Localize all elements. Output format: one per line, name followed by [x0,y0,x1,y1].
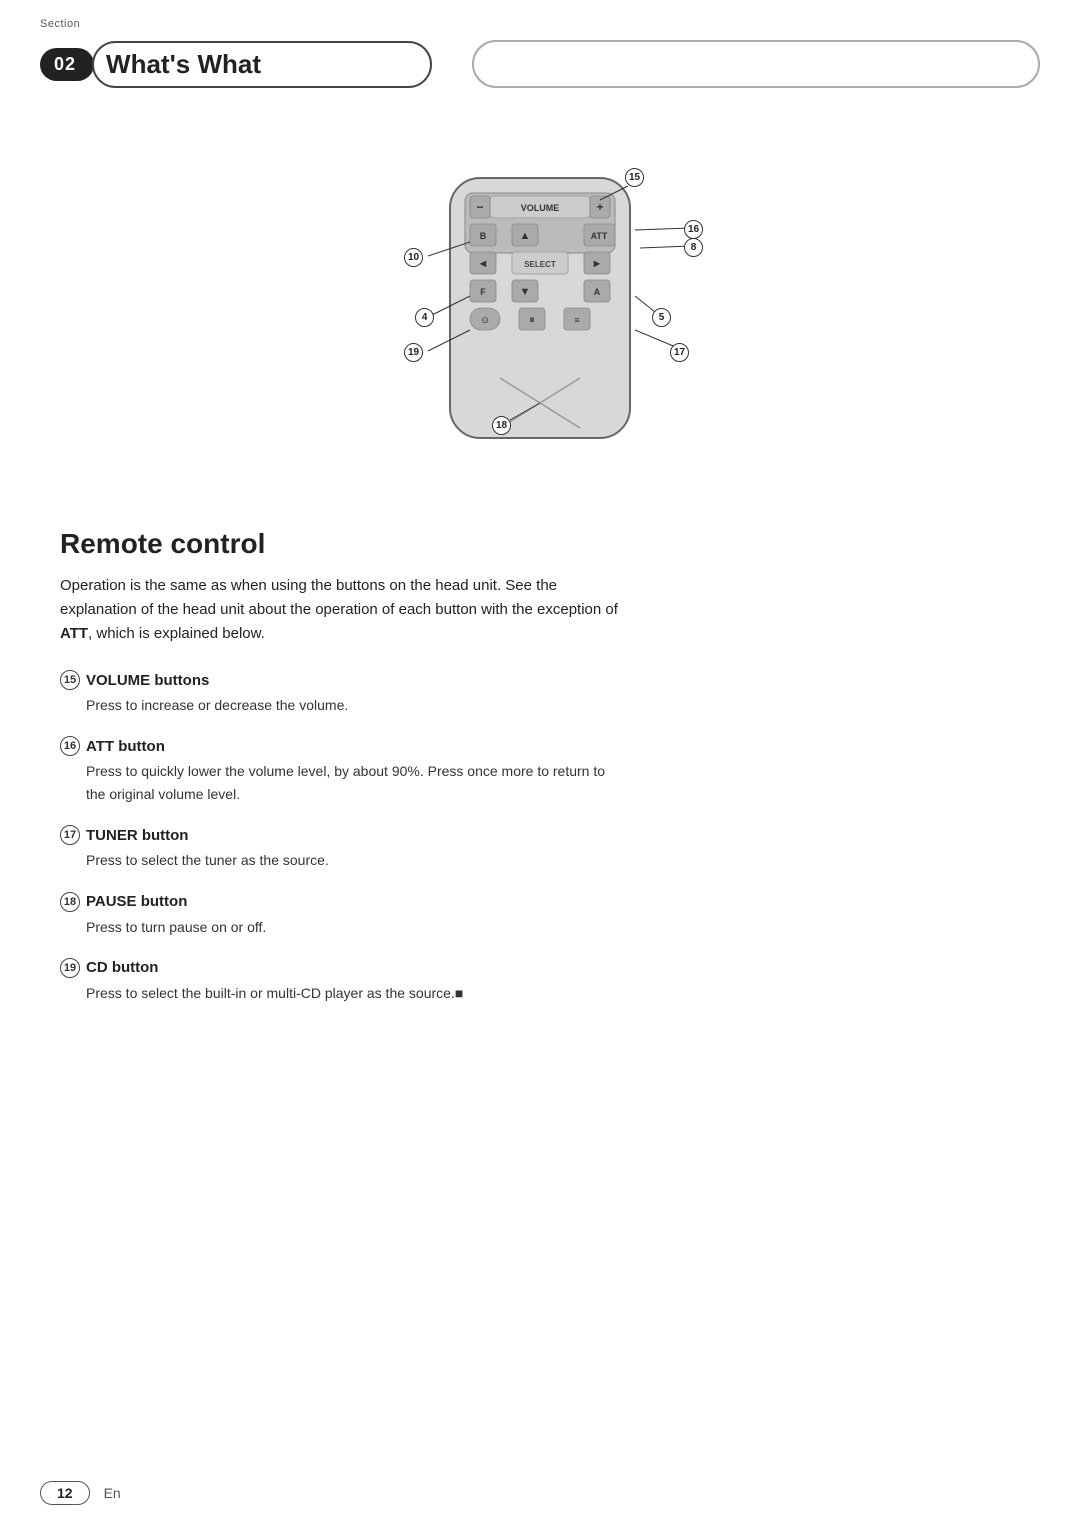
callout-16: 16 [684,220,703,239]
desc-19: Press to select the built-in or multi-CD… [86,982,606,1004]
remote-control-heading: Remote control [60,528,1020,560]
language-label: En [104,1485,121,1501]
svg-text:VOLUME: VOLUME [521,203,560,213]
remote-diagram: VOLUME − + B ▲ ATT ◄ [60,138,1020,498]
title-16: ATT button [86,738,165,755]
button-item-18: 18 PAUSE button Press to turn pause on o… [60,892,1020,938]
callout-8: 8 [684,238,703,257]
section-title: What's What [92,41,432,88]
svg-text:F: F [480,287,486,297]
svg-text:≡: ≡ [574,315,579,325]
callout-5: 5 [652,308,671,327]
callout-10: 10 [404,248,423,267]
callout-4: 4 [415,308,434,327]
button-item-19: 19 CD button Press to select the built-i… [60,958,1020,1004]
circle-19: 19 [60,958,80,978]
footer: 12 En [40,1481,121,1505]
header-right-box [472,40,1040,88]
svg-text:SELECT: SELECT [524,260,556,269]
intro-text: Operation is the same as when using the … [60,574,620,646]
svg-text:+: + [596,200,603,214]
section-number: 02 [40,48,94,81]
title-18: PAUSE button [86,893,187,910]
svg-text:⊙: ⊙ [481,315,489,325]
button-items-list: 15 VOLUME buttons Press to increase or d… [60,670,1020,1004]
title-15: VOLUME buttons [86,672,209,689]
svg-text:▲: ▲ [520,230,531,242]
title-19: CD button [86,959,158,976]
circle-18: 18 [60,892,80,912]
desc-16: Press to quickly lower the volume level,… [86,760,606,805]
svg-text:ATT: ATT [591,231,608,241]
button-item-17: 17 TUNER button Press to select the tune… [60,825,1020,871]
svg-text:►: ► [592,258,603,270]
title-17: TUNER button [86,827,188,844]
button-item-15: 15 VOLUME buttons Press to increase or d… [60,670,1020,716]
svg-text:−: − [476,200,483,214]
callout-17: 17 [670,343,689,362]
circle-16: 16 [60,736,80,756]
desc-17: Press to select the tuner as the source. [86,849,606,871]
svg-text:◄: ◄ [478,258,489,270]
circle-17: 17 [60,825,80,845]
section-label: Section [40,18,80,30]
desc-18: Press to turn pause on or off. [86,916,606,938]
button-item-16: 16 ATT button Press to quickly lower the… [60,736,1020,805]
desc-15: Press to increase or decrease the volume… [86,694,606,716]
callout-15: 15 [625,168,644,187]
callout-19: 19 [404,343,423,362]
remote-svg: VOLUME − + B ▲ ATT ◄ [440,168,640,448]
svg-text:▼: ▼ [520,286,531,298]
circle-15: 15 [60,670,80,690]
callout-18: 18 [492,416,511,435]
svg-text:A: A [594,287,601,297]
page-number: 12 [40,1481,90,1505]
svg-text:B: B [480,231,487,241]
svg-text:⏸: ⏸ [529,314,535,326]
